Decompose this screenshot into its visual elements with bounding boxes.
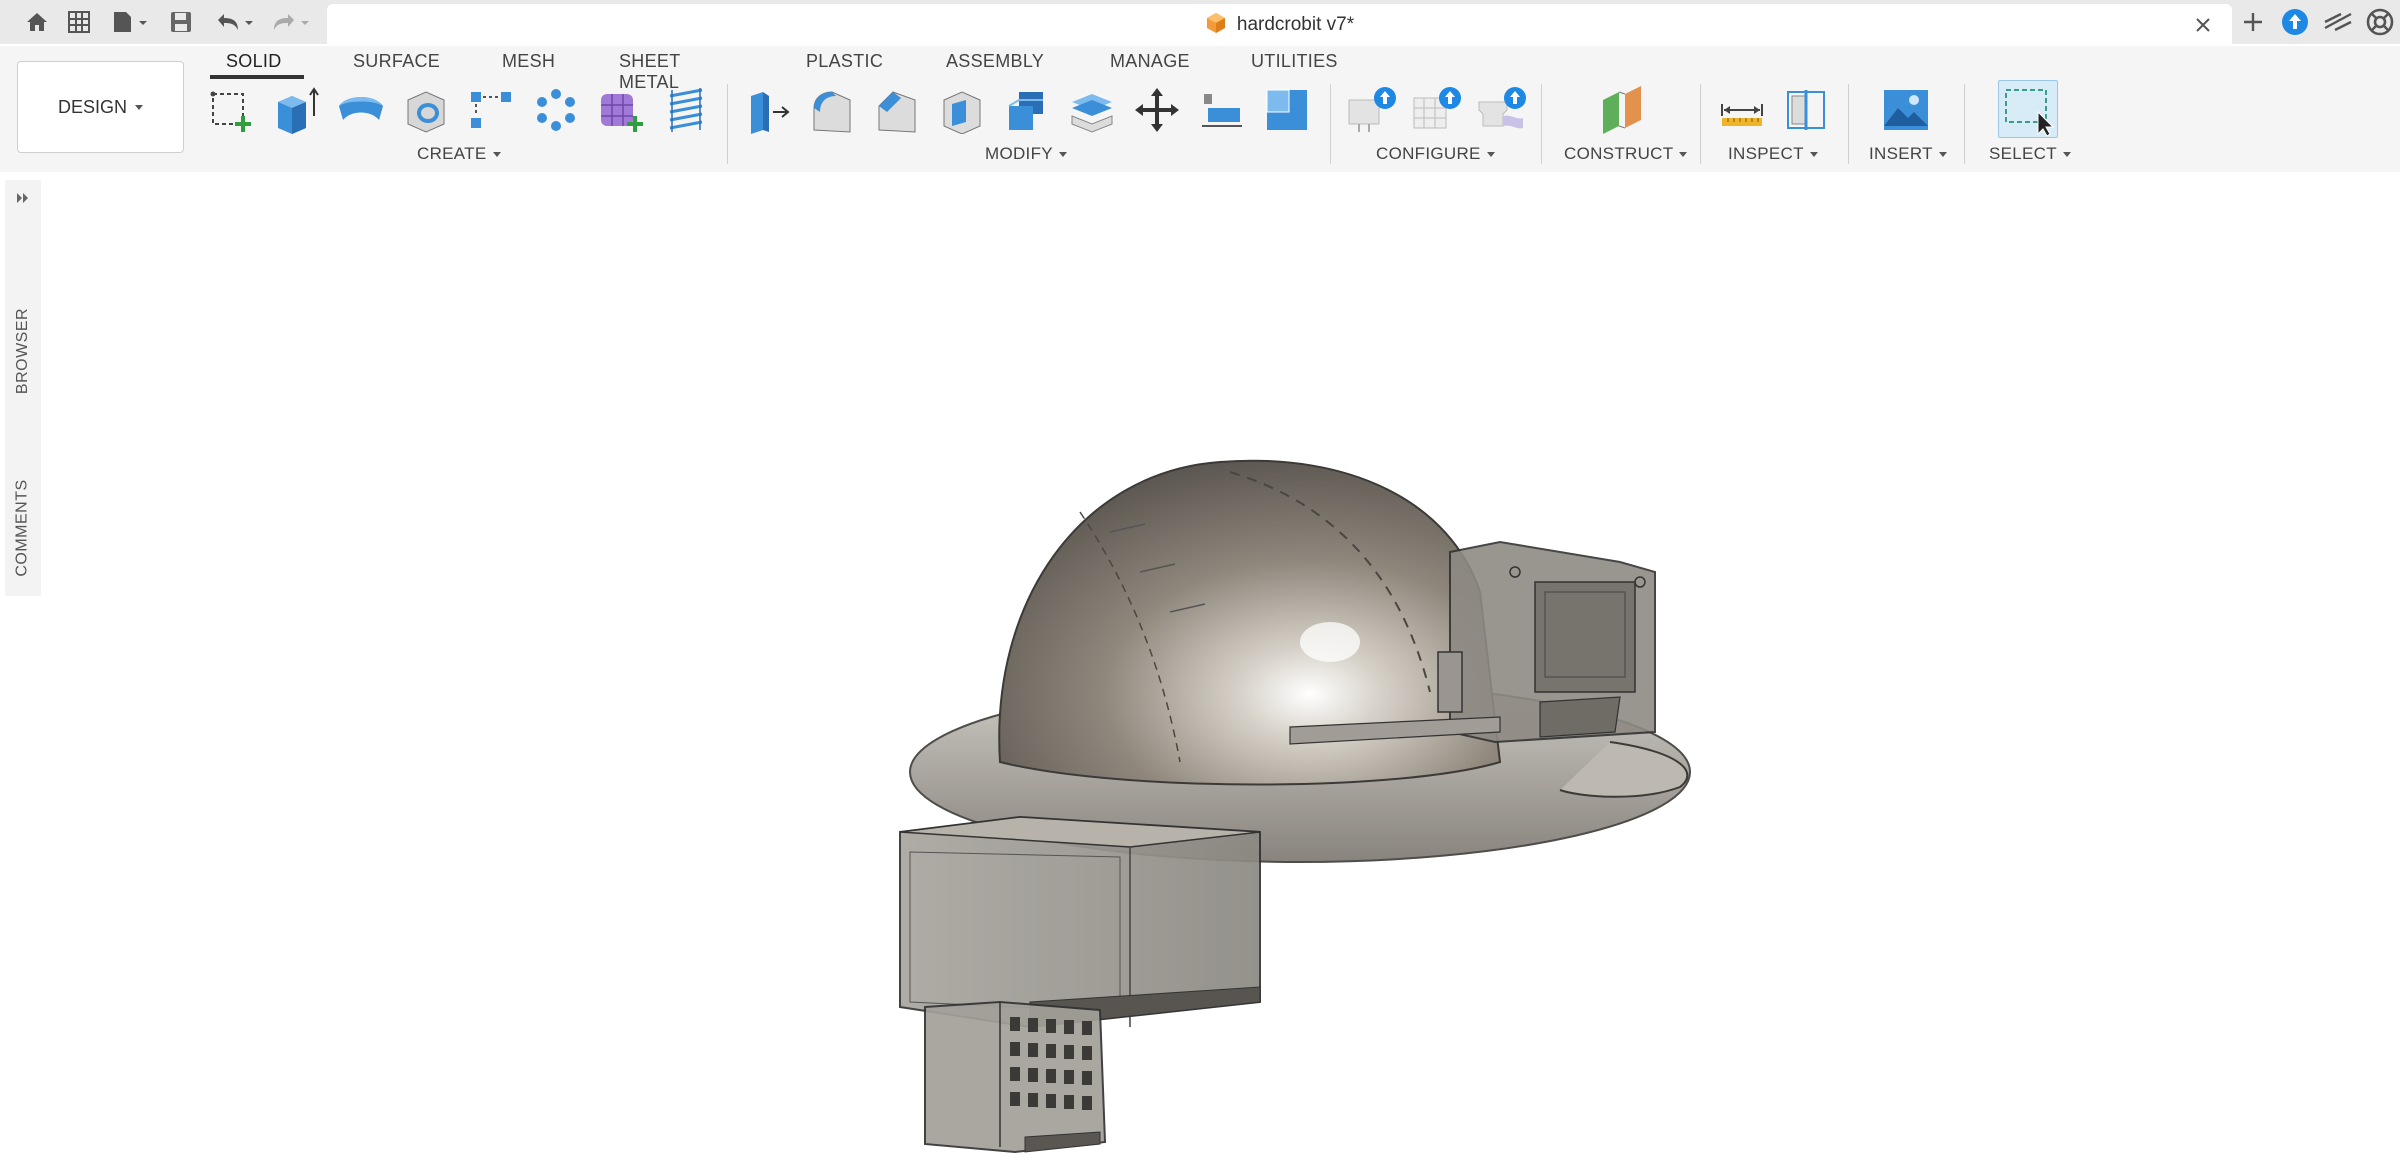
- file-menu-icon[interactable]: [108, 6, 152, 38]
- construct-plane-icon[interactable]: [1597, 84, 1649, 136]
- home-icon[interactable]: [20, 6, 54, 38]
- divider: [1964, 84, 1965, 164]
- divider: [1541, 84, 1542, 164]
- divider: [1848, 84, 1849, 164]
- document-title: hardcrobit v7*: [1236, 14, 1355, 35]
- create-menu[interactable]: CREATE: [417, 144, 501, 164]
- tab-solid[interactable]: SOLID: [226, 51, 282, 72]
- tab-utilities[interactable]: UTILITIES: [1251, 51, 1338, 72]
- create-menu-label: CREATE: [417, 144, 487, 163]
- measure-icon[interactable]: [1716, 84, 1768, 136]
- chevron-down-icon: [1938, 151, 1947, 157]
- divider: [727, 84, 728, 164]
- document-tab[interactable]: hardcrobit v7*: [327, 4, 2232, 46]
- thread-icon[interactable]: [660, 84, 712, 136]
- configure-grid-icon[interactable]: [1412, 84, 1464, 136]
- chevron-down-icon: [1679, 151, 1688, 157]
- insert-menu[interactable]: INSERT: [1869, 144, 1947, 164]
- hole-icon[interactable]: [400, 84, 452, 136]
- shell-icon[interactable]: [936, 84, 988, 136]
- tab-surface[interactable]: SURFACE: [353, 51, 440, 72]
- save-icon[interactable]: [164, 6, 198, 38]
- construct-menu-label: CONSTRUCT: [1564, 144, 1674, 163]
- chevron-down-icon: [2062, 151, 2071, 157]
- divider: [1700, 84, 1701, 164]
- lower-module: [924, 1000, 1107, 1154]
- new-tab-icon[interactable]: [2238, 6, 2268, 38]
- modify-menu[interactable]: MODIFY: [985, 144, 1067, 164]
- configure-table-icon[interactable]: [1347, 84, 1399, 136]
- select-menu[interactable]: SELECT: [1989, 144, 2071, 164]
- select-menu-label: SELECT: [1989, 144, 2057, 163]
- modify-menu-label: MODIFY: [985, 144, 1053, 163]
- active-tab-indicator: [210, 75, 304, 79]
- window-select-icon[interactable]: [2002, 84, 2054, 136]
- front-box: [899, 815, 1261, 1029]
- workspace-switcher-button[interactable]: DESIGN: [17, 61, 184, 153]
- inspect-menu[interactable]: INSPECT: [1728, 144, 1818, 164]
- extensions-icon[interactable]: [2320, 6, 2356, 38]
- scale-icon[interactable]: [1261, 84, 1313, 136]
- undo-icon[interactable]: [210, 6, 258, 38]
- toolbar: DESIGN SOLID SURFACE MESH SHEET METAL PL…: [0, 46, 2400, 172]
- close-icon[interactable]: [2190, 12, 2216, 38]
- redo-icon[interactable]: [266, 6, 314, 38]
- revolve-icon[interactable]: [335, 84, 387, 136]
- circular-pattern-icon[interactable]: [530, 84, 582, 136]
- chevron-down-icon: [135, 104, 143, 110]
- inspect-menu-label: INSPECT: [1728, 144, 1804, 163]
- tab-assembly[interactable]: ASSEMBLY: [946, 51, 1044, 72]
- configure-menu-label: CONFIGURE: [1376, 144, 1481, 163]
- section-analysis-icon[interactable]: [1780, 84, 1832, 136]
- tab-manage[interactable]: MANAGE: [1110, 51, 1190, 72]
- chevron-down-icon: [492, 151, 501, 157]
- canvas-viewport[interactable]: [0, 172, 2400, 1172]
- configure-theme-icon[interactable]: [1477, 84, 1529, 136]
- construct-menu[interactable]: CONSTRUCT: [1564, 144, 1688, 164]
- extrude-icon[interactable]: [270, 84, 322, 136]
- rectangular-pattern-icon[interactable]: [465, 84, 517, 136]
- insert-menu-label: INSERT: [1869, 144, 1933, 163]
- combine-icon[interactable]: [1001, 84, 1053, 136]
- component-icon: [1205, 12, 1227, 39]
- configure-menu[interactable]: CONFIGURE: [1376, 144, 1495, 164]
- offset-face-icon[interactable]: [1066, 84, 1118, 136]
- move-copy-icon[interactable]: [1131, 84, 1183, 136]
- press-pull-icon[interactable]: [741, 84, 793, 136]
- tab-mesh[interactable]: MESH: [502, 51, 555, 72]
- chevron-down-icon: [1809, 151, 1818, 157]
- divider: [1330, 84, 1331, 164]
- help-icon[interactable]: [2364, 6, 2396, 38]
- create-form-icon[interactable]: [595, 84, 647, 136]
- title-bar: hardcrobit v7*: [0, 0, 2400, 46]
- apps-grid-icon[interactable]: [62, 6, 96, 38]
- chamfer-icon[interactable]: [871, 84, 923, 136]
- job-status-icon[interactable]: [2280, 6, 2310, 38]
- align-icon[interactable]: [1196, 84, 1248, 136]
- model-render: [899, 459, 1691, 1154]
- tab-plastic[interactable]: PLASTIC: [806, 51, 883, 72]
- insert-image-icon[interactable]: [1880, 84, 1932, 136]
- chevron-down-icon: [1486, 151, 1495, 157]
- chevron-down-icon: [1058, 151, 1067, 157]
- workspace-label: DESIGN: [57, 96, 127, 117]
- fillet-icon[interactable]: [806, 84, 858, 136]
- create-sketch-icon[interactable]: [205, 84, 257, 136]
